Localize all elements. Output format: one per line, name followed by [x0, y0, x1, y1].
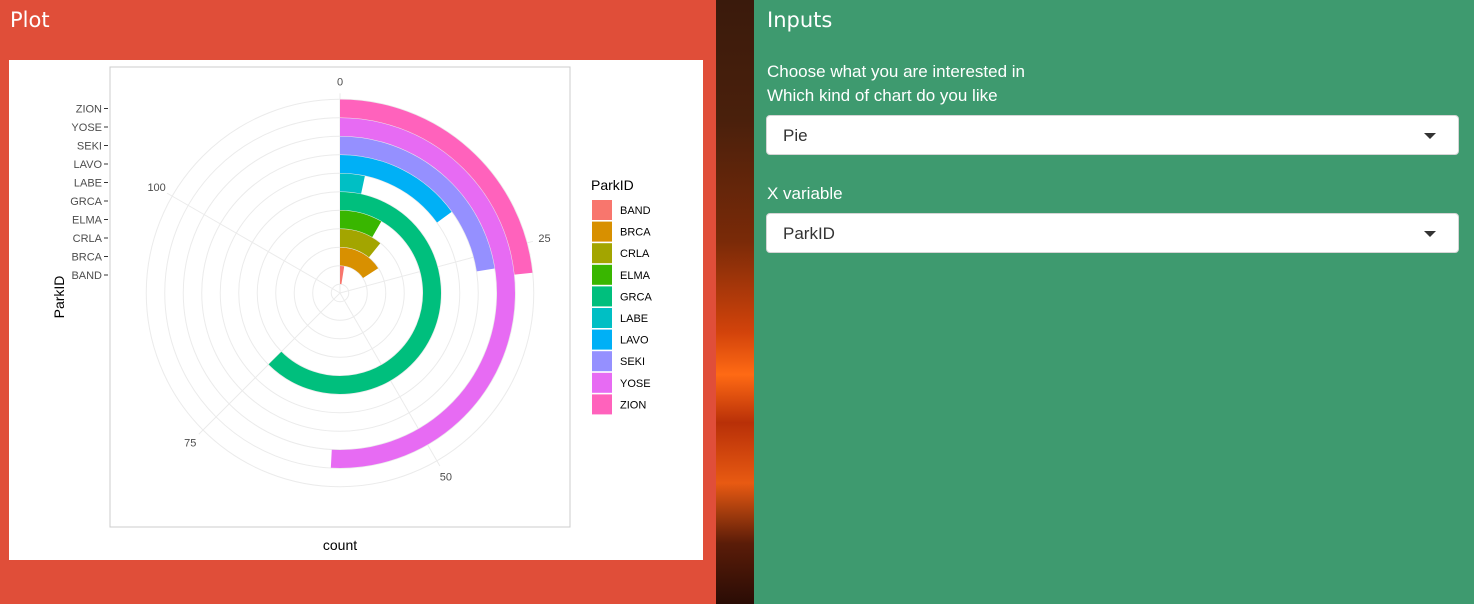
bar-elma — [339, 210, 382, 238]
legend-key — [592, 351, 612, 372]
background-fire-image — [716, 0, 754, 604]
inputs-panel-title: Inputs — [767, 8, 833, 32]
chart-kind-select[interactable]: Pie — [766, 115, 1459, 155]
radial-tick-label: YOSE — [71, 122, 102, 134]
angle-tick-label: 75 — [184, 438, 196, 450]
radial-tick-label: LAVO — [73, 159, 102, 171]
legend-label: LAVO — [620, 335, 649, 347]
x-variable-select-value: ParkID — [783, 224, 835, 243]
polar-bar-chart: 0 25 50 75 100 BAND BRCA CRLA ELMA GRCA LABE LAVO S… — [51, 66, 652, 553]
grid-spoke — [166, 192, 341, 294]
chevron-down-icon — [1424, 133, 1436, 139]
inputs-panel: Inputs Choose what you are interested in… — [754, 0, 1474, 604]
legend-title: ParkID — [591, 177, 634, 193]
legend-key — [592, 372, 612, 393]
angle-tick-label: 0 — [337, 76, 343, 88]
radial-tick-label: GRCA — [70, 196, 102, 208]
legend-label: LABE — [620, 313, 648, 325]
radial-tick-label: LABE — [74, 178, 102, 190]
chevron-down-icon — [1424, 231, 1436, 237]
intro-label: Choose what you are interested in — [767, 62, 1025, 81]
radial-tick-label: SEKI — [77, 141, 102, 153]
plot-panel-title: Plot — [10, 8, 50, 32]
bars — [268, 99, 533, 468]
legend-label: BRCA — [620, 227, 651, 239]
chart-kind-label: Which kind of chart do you like — [767, 86, 998, 105]
y-axis-label: ParkID — [51, 276, 67, 319]
radial-tick-label: BRCA — [71, 252, 102, 264]
legend-key — [592, 221, 612, 242]
legend-key — [592, 200, 612, 220]
legend-label: ZION — [620, 399, 646, 411]
legend-label: SEKI — [620, 356, 645, 368]
radial-tick-label: ZION — [76, 104, 102, 116]
x-axis-label: count — [323, 537, 357, 553]
angle-tick-label: 100 — [147, 182, 165, 194]
angle-tick-label: 50 — [440, 471, 452, 483]
legend-label: YOSE — [620, 378, 651, 390]
plot-area: 0 25 50 75 100 BAND BRCA CRLA ELMA GRCA LABE LAVO S… — [9, 60, 703, 560]
x-variable-select[interactable]: ParkID — [766, 213, 1459, 253]
radial-tick-labels: BAND BRCA CRLA ELMA GRCA LABE LAVO SEKI YOSE ZION — [70, 104, 108, 282]
legend-label: BAND — [620, 205, 651, 217]
legend-key — [592, 308, 612, 328]
bar-labe — [339, 173, 365, 194]
legend-label: GRCA — [620, 291, 652, 303]
legend-label: ELMA — [620, 270, 651, 282]
angle-tick-label: 25 — [538, 233, 550, 245]
legend-key — [592, 264, 612, 285]
legend-label: CRLA — [620, 248, 650, 260]
legend-key — [592, 329, 612, 350]
radial-tick-label: CRLA — [73, 233, 103, 245]
legend: BAND BRCA CRLA ELMA GRCA LABE LAVO SEKI YOSE ZION — [592, 200, 652, 415]
legend-key — [592, 286, 612, 307]
legend-key — [592, 243, 612, 264]
chart-kind-select-value: Pie — [783, 126, 808, 145]
radial-tick-label: ELMA — [72, 215, 103, 227]
legend-key — [592, 394, 612, 415]
radial-tick-label: BAND — [71, 270, 102, 282]
plot-panel: Plot 0 25 50 75 100 BAND BRCA CRLA ELMA GRCA LABE… — [0, 0, 716, 604]
x-variable-label: X variable — [767, 184, 843, 203]
